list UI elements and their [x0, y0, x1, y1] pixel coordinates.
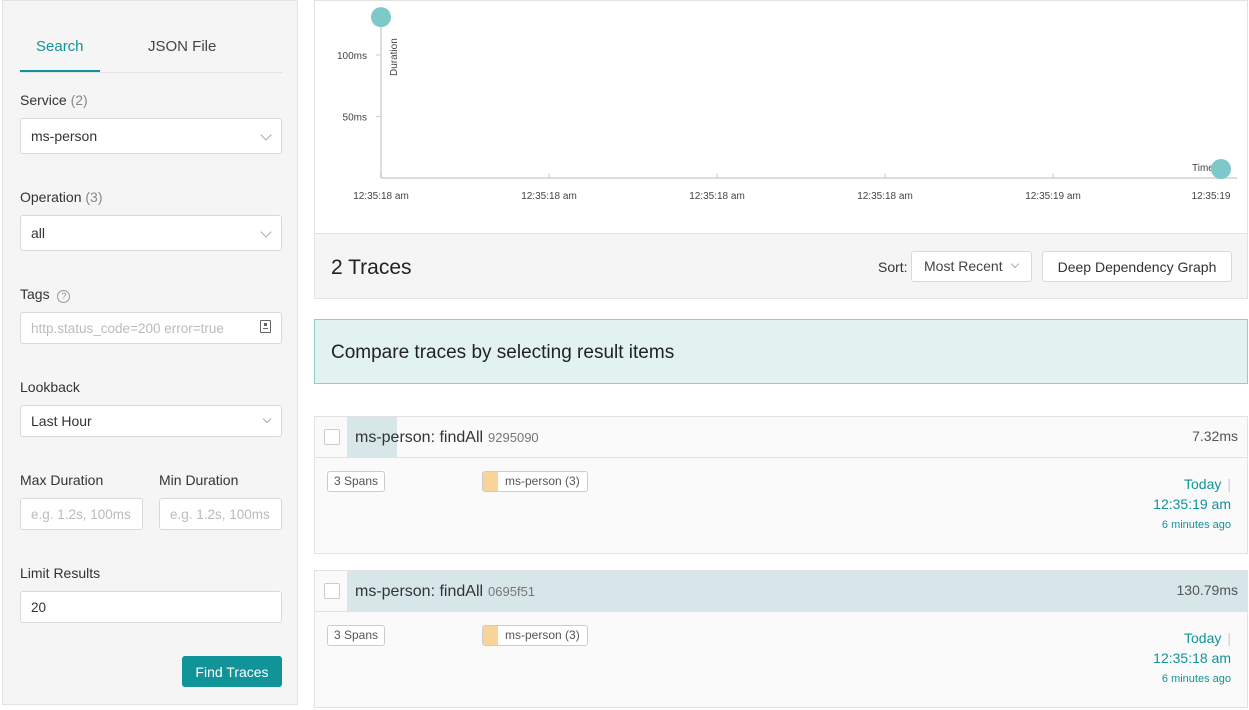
- tags-label: Tags ?: [20, 286, 71, 303]
- min-duration-label: Min Duration: [159, 472, 239, 488]
- x-tick-label: 12:35:18 am: [857, 191, 913, 202]
- operation-label: Operation (3): [20, 189, 103, 205]
- tags-input[interactable]: [20, 312, 282, 344]
- x-tick-label: 12:35:19: [1192, 191, 1231, 202]
- limit-results-label: Limit Results: [20, 565, 101, 581]
- trace-date-block: Today | 12:35:19 am 6 minutes ago: [1153, 476, 1231, 531]
- service-select-value: ms-person: [31, 128, 98, 144]
- x-tick-label: 12:35:18 am: [689, 191, 745, 202]
- service-label-text: Service: [20, 92, 67, 108]
- lookback-select-value: Last Hour: [31, 413, 92, 429]
- trace-name[interactable]: ms-person: findAll 0695f51: [355, 583, 535, 601]
- service-tag: ms-person (3): [482, 625, 588, 646]
- max-duration-label: Max Duration: [20, 472, 104, 488]
- lookback-label: Lookback: [20, 379, 80, 395]
- service-label: Service (2): [20, 92, 88, 108]
- lookback-select[interactable]: Last Hour: [20, 405, 282, 437]
- span-count-tag: 3 Spans: [327, 471, 386, 492]
- data-points: [371, 7, 1231, 179]
- trace-point[interactable]: [1211, 158, 1231, 179]
- x-tick-label: 12:35:18 am: [521, 191, 577, 202]
- trace-id: 9295090: [488, 430, 539, 445]
- tab-search[interactable]: Search: [36, 38, 84, 55]
- compare-checkbox[interactable]: [324, 583, 340, 599]
- x-tick-label: 12:35:19 am: [1025, 191, 1081, 202]
- logfmt-info-icon[interactable]: [260, 320, 271, 333]
- operation-select[interactable]: all: [20, 215, 282, 251]
- trace-relative-time: 6 minutes ago: [1161, 519, 1231, 531]
- result-item-header[interactable]: ms-person: findAll 9295090 7.32ms: [315, 417, 1247, 458]
- service-select[interactable]: ms-person: [20, 118, 282, 154]
- chevron-down-icon: [260, 226, 272, 238]
- scatter-plot: Duration Time 100ms 50ms 12:35:18 am 12:35…: [337, 7, 1237, 202]
- date-separator: |: [1227, 476, 1231, 492]
- trace-time: 12:35:18 am: [1153, 650, 1231, 666]
- result-item-header[interactable]: ms-person: findAll 0695f51 130.79ms: [315, 571, 1247, 612]
- trace-date: Today: [1184, 630, 1222, 646]
- traces-header: 2 Traces Sort: Most Recent Deep Dependen…: [314, 233, 1248, 299]
- trace-time: 12:35:19 am: [1153, 496, 1231, 512]
- trace-duration: 7.32ms: [1192, 428, 1238, 444]
- operation-select-value: all: [31, 225, 46, 241]
- deep-dependency-graph-button[interactable]: Deep Dependency Graph: [1042, 251, 1232, 282]
- compare-banner-text: Compare traces by selecting result items: [331, 342, 675, 363]
- find-traces-button[interactable]: Find Traces: [182, 656, 282, 687]
- min-duration-input[interactable]: [159, 498, 282, 530]
- trace-name-text: ms-person: findAll: [355, 429, 484, 446]
- operation-count: (3): [85, 189, 103, 205]
- service-color-swatch: [483, 626, 498, 645]
- trace-relative-time: 6 minutes ago: [1161, 673, 1231, 685]
- chevron-down-icon: [262, 414, 272, 424]
- result-item[interactable]: ms-person: findAll 9295090 7.32ms 3 Spans…: [314, 416, 1248, 554]
- trace-name[interactable]: ms-person: findAll 9295090: [355, 429, 539, 447]
- trace-scatter-chart: Duration Time 100ms 50ms 12:35:18 am 12:35…: [314, 0, 1248, 234]
- trace-name-text: ms-person: findAll: [355, 583, 484, 600]
- y-tick-label: 100ms: [337, 51, 367, 62]
- search-sidebar: Search JSON File Service (2) ms-person O…: [2, 0, 298, 705]
- limit-results-input[interactable]: [20, 591, 282, 623]
- service-tag-label: ms-person (3): [505, 628, 580, 642]
- service-count: (2): [70, 92, 88, 108]
- chevron-down-icon: [1010, 259, 1020, 269]
- y-tick-label: 50ms: [343, 113, 367, 124]
- operation-label-text: Operation: [20, 189, 82, 205]
- compare-checkbox[interactable]: [324, 429, 340, 445]
- y-axis-label: Duration: [389, 38, 400, 76]
- tab-json-file[interactable]: JSON File: [148, 38, 216, 55]
- date-separator: |: [1227, 630, 1231, 646]
- traces-count-title: 2 Traces: [331, 256, 412, 279]
- result-item[interactable]: ms-person: findAll 0695f51 130.79ms 3 Spa…: [314, 570, 1248, 708]
- service-tag-label: ms-person (3): [505, 474, 580, 488]
- trace-date-block: Today | 12:35:18 am 6 minutes ago: [1153, 630, 1231, 685]
- service-color-swatch: [483, 472, 498, 491]
- help-icon[interactable]: ?: [57, 290, 71, 303]
- active-tab-indicator: [20, 70, 100, 72]
- y-ticks: 100ms 50ms: [337, 51, 381, 124]
- sort-select[interactable]: Most Recent: [911, 251, 1032, 282]
- trace-id: 0695f51: [488, 584, 536, 599]
- max-duration-input[interactable]: [20, 498, 143, 530]
- service-tag: ms-person (3): [482, 471, 588, 492]
- trace-duration: 130.79ms: [1176, 582, 1238, 598]
- span-count-tag: 3 Spans: [327, 625, 386, 646]
- tags-label-text: Tags: [20, 286, 50, 302]
- trace-date: Today: [1184, 476, 1222, 492]
- sort-label: Sort:: [878, 259, 908, 275]
- x-axis-label: Time: [1192, 163, 1214, 174]
- search-tabs: Search JSON File: [20, 1, 282, 73]
- trace-point[interactable]: [371, 7, 391, 28]
- compare-banner: Compare traces by selecting result items: [314, 319, 1248, 384]
- x-tick-label: 12:35:18 am: [353, 191, 409, 202]
- chevron-down-icon: [260, 129, 272, 141]
- sort-select-value: Most Recent: [924, 258, 1003, 274]
